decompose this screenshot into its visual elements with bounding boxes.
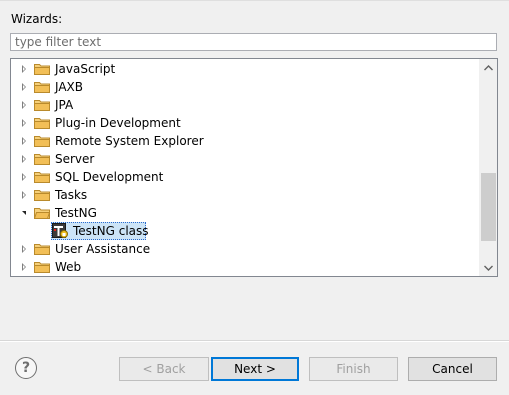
scroll-down-button[interactable] [480, 259, 497, 276]
folder-icon [34, 244, 50, 255]
tree-item-label: TestNG [55, 206, 97, 220]
folder-icon [34, 100, 50, 111]
tree-item-label: Tasks [55, 188, 88, 202]
back-button[interactable]: < Back [119, 357, 209, 381]
next-button[interactable]: Next > [211, 357, 299, 381]
folder-icon [34, 154, 50, 165]
tree-item-jpa[interactable]: JPA [11, 96, 481, 114]
tree-item-label: JPA [55, 98, 74, 112]
tree-item-label: JavaScript [55, 62, 116, 76]
tree-item-tasks[interactable]: Tasks [11, 186, 481, 204]
vertical-scrollbar[interactable] [479, 59, 497, 276]
scroll-thumb[interactable] [481, 173, 496, 241]
expand-arrow-icon[interactable] [19, 132, 29, 150]
help-icon: ? [21, 360, 31, 376]
tree-item-sql-development[interactable]: SQL Development [11, 168, 481, 186]
finish-button[interactable]: Finish [309, 357, 398, 381]
top-divider [0, 0, 509, 1]
expand-arrow-icon[interactable] [19, 258, 29, 276]
tree-item-label: Web [55, 260, 82, 274]
folder-icon [34, 136, 50, 147]
scroll-up-button[interactable] [480, 59, 497, 76]
folder-icon [34, 82, 50, 93]
tree-item-plug-in-development[interactable]: Plug-in Development [11, 114, 481, 132]
testng-class-icon [52, 223, 68, 238]
expand-arrow-icon[interactable] [19, 240, 29, 258]
tree-item-label: JAXB [55, 80, 83, 94]
folder-icon [34, 64, 50, 75]
tree-item-user-assistance[interactable]: User Assistance [11, 240, 481, 258]
expand-arrow-icon[interactable] [19, 150, 29, 168]
button-bar-divider-highlight [0, 341, 509, 342]
tree-item-label: TestNG class [73, 224, 149, 238]
expand-arrow-icon[interactable] [19, 114, 29, 132]
tree-item-remote-system-explorer[interactable]: Remote System Explorer [11, 132, 481, 150]
expand-arrow-icon[interactable] [19, 96, 29, 114]
open-folder-icon [34, 208, 50, 219]
filter-input[interactable] [10, 33, 497, 51]
tree-item-server[interactable]: Server [11, 150, 481, 168]
help-button[interactable]: ? [15, 357, 37, 379]
tree-item-jaxb[interactable]: JAXB [11, 78, 481, 96]
tree-item-label: User Assistance [55, 242, 151, 256]
folder-icon [34, 190, 50, 201]
tree-item-label: Remote System Explorer [55, 134, 204, 148]
tree-item-label: Plug-in Development [55, 116, 181, 130]
cancel-button[interactable]: Cancel [408, 357, 497, 381]
chevron-up-icon [484, 64, 493, 70]
expand-arrow-icon[interactable] [19, 60, 29, 78]
tree-item-testng[interactable]: TestNG [11, 204, 481, 222]
folder-icon [34, 118, 50, 129]
wizards-label: Wizards: [11, 12, 63, 26]
tree-item-label: Server [55, 152, 95, 166]
tree-item-label: SQL Development [55, 170, 164, 184]
tree-item-web[interactable]: Web [11, 258, 481, 276]
tree-item-testng-class[interactable]: TestNG class [11, 222, 481, 240]
collapse-arrow-icon[interactable] [19, 204, 29, 222]
wizard-tree[interactable]: JavaScript JAXB JPA Plug-in Development … [10, 58, 498, 277]
new-wizard-dialog: Wizards: JavaScript JAXB [0, 0, 509, 395]
tree-item-javascript[interactable]: JavaScript [11, 60, 481, 78]
folder-icon [34, 262, 50, 273]
expand-arrow-icon[interactable] [19, 168, 29, 186]
folder-icon [34, 172, 50, 183]
expand-arrow-icon[interactable] [19, 186, 29, 204]
chevron-down-icon [484, 265, 493, 271]
expand-arrow-icon[interactable] [19, 78, 29, 96]
